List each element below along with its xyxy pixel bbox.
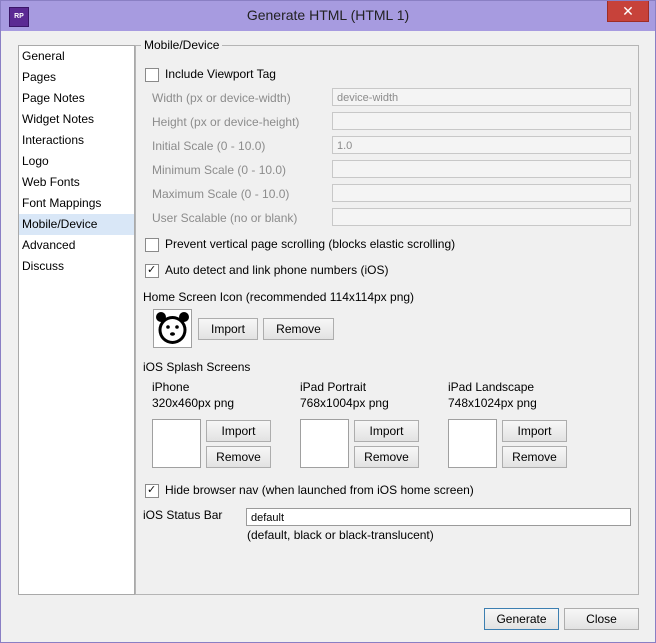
home-icon-import-button[interactable]: Import: [198, 318, 258, 340]
nav-item-font-mappings[interactable]: Font Mappings: [19, 193, 134, 214]
splash-iphone-name: iPhone: [152, 380, 190, 394]
nav-item-mobile-device[interactable]: Mobile/Device: [19, 214, 134, 235]
height-input[interactable]: [332, 112, 631, 130]
mobile-device-panel: Mobile/Device Include Viewport Tag Width…: [135, 38, 639, 595]
dialog-window: RP Generate HTML (HTML 1) ✕ General Page…: [0, 0, 656, 643]
nav-item-pages[interactable]: Pages: [19, 67, 134, 88]
nav-item-web-fonts[interactable]: Web Fonts: [19, 172, 134, 193]
nav-item-page-notes[interactable]: Page Notes: [19, 88, 134, 109]
nav-item-logo[interactable]: Logo: [19, 151, 134, 172]
home-icon-remove-button[interactable]: Remove: [263, 318, 334, 340]
hide-browser-nav-checkbox[interactable]: [145, 483, 159, 498]
dialog-content: General Pages Page Notes Widget Notes In…: [9, 32, 647, 634]
splash-iphone-size: 320x460px png: [152, 396, 235, 410]
minimum-scale-label: Minimum Scale (0 - 10.0): [152, 163, 287, 177]
maximum-scale-label: Maximum Scale (0 - 10.0): [152, 187, 290, 201]
prevent-scroll-label: Prevent vertical page scrolling (blocks …: [165, 237, 456, 251]
maximum-scale-input[interactable]: [332, 184, 631, 202]
initial-scale-label: Initial Scale (0 - 10.0): [152, 139, 266, 153]
user-scalable-input[interactable]: [332, 208, 631, 226]
splash-ipad-portrait-import-button[interactable]: Import: [354, 420, 419, 442]
title-bar[interactable]: RP Generate HTML (HTML 1) ✕: [1, 1, 655, 31]
window-title: Generate HTML (HTML 1): [246, 7, 410, 23]
prevent-scroll-checkbox[interactable]: [145, 238, 159, 252]
width-input[interactable]: device-width: [332, 88, 631, 106]
bear-face-icon: [154, 310, 191, 347]
home-icon-label: Home Screen Icon (recommended 114x114px …: [143, 290, 415, 304]
user-scalable-label: User Scalable (no or blank): [152, 211, 298, 225]
splash-ipad-portrait-name: iPad Portrait: [300, 380, 367, 394]
height-label: Height (px or device-height): [152, 115, 300, 129]
nav-item-advanced[interactable]: Advanced: [19, 235, 134, 256]
splash-screens-label: iOS Splash Screens: [143, 360, 251, 374]
auto-detect-phone-label: Auto detect and link phone numbers (iOS): [165, 263, 389, 277]
splash-iphone-import-button[interactable]: Import: [206, 420, 271, 442]
splash-ipad-portrait-size: 768x1004px png: [300, 396, 389, 410]
status-bar-input[interactable]: default: [246, 508, 631, 526]
window-close-button[interactable]: ✕: [607, 1, 649, 22]
minimum-scale-input[interactable]: [332, 160, 631, 178]
splash-ipad-landscape-preview: [448, 419, 497, 468]
hide-browser-nav-label: Hide browser nav (when launched from iOS…: [165, 483, 474, 497]
generate-button[interactable]: Generate: [484, 608, 559, 630]
splash-ipad-landscape-import-button[interactable]: Import: [502, 420, 567, 442]
nav-item-widget-notes[interactable]: Widget Notes: [19, 109, 134, 130]
nav-item-interactions[interactable]: Interactions: [19, 130, 134, 151]
initial-scale-input[interactable]: 1.0: [332, 136, 631, 154]
status-bar-label: iOS Status Bar: [143, 508, 223, 522]
settings-nav-list: General Pages Page Notes Widget Notes In…: [18, 45, 135, 595]
width-label: Width (px or device-width): [152, 91, 291, 105]
home-icon-preview: [153, 309, 192, 348]
auto-detect-phone-checkbox[interactable]: [145, 263, 159, 278]
include-viewport-label: Include Viewport Tag: [165, 67, 276, 81]
splash-ipad-landscape-name: iPad Landscape: [448, 380, 535, 394]
splash-ipad-portrait-remove-button[interactable]: Remove: [354, 446, 419, 468]
panel-legend: Mobile/Device: [141, 38, 223, 52]
splash-iphone-preview: [152, 419, 201, 468]
close-button[interactable]: Close: [564, 608, 639, 630]
nav-item-discuss[interactable]: Discuss: [19, 256, 134, 277]
splash-ipad-portrait-preview: [300, 419, 349, 468]
nav-item-general[interactable]: General: [19, 46, 134, 67]
include-viewport-checkbox[interactable]: [145, 68, 159, 82]
splash-ipad-landscape-remove-button[interactable]: Remove: [502, 446, 567, 468]
splash-ipad-landscape-size: 748x1024px png: [448, 396, 537, 410]
status-bar-hint: (default, black or black-translucent): [247, 528, 434, 542]
splash-iphone-remove-button[interactable]: Remove: [206, 446, 271, 468]
